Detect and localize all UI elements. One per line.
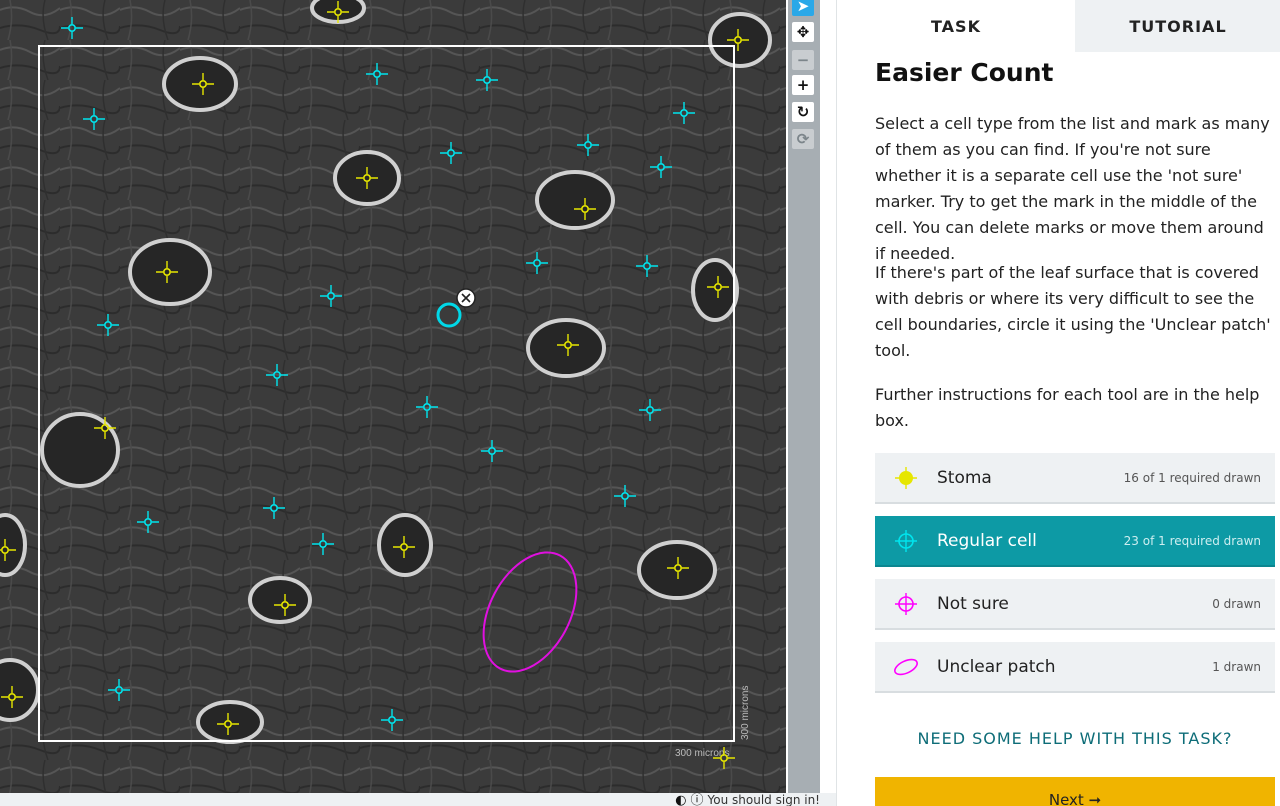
signin-text[interactable]: You should sign in! <box>708 793 820 806</box>
next-button[interactable]: Next ➞ <box>875 777 1275 806</box>
tab-task[interactable]: TASK <box>837 0 1075 52</box>
zoom-in-icon[interactable]: + <box>792 75 814 95</box>
regular-cell-marker[interactable] <box>137 511 159 533</box>
regular-cell-marker[interactable] <box>440 142 462 164</box>
stoma-marker[interactable] <box>156 261 178 283</box>
pointer-icon[interactable]: ➤ <box>792 0 814 16</box>
stoma-marker[interactable] <box>727 29 749 51</box>
stoma-marker[interactable] <box>667 557 689 579</box>
stoma-marker[interactable] <box>327 1 349 23</box>
regular-cell-marker[interactable] <box>266 364 288 386</box>
viewer-footer: ◐ ⓘ You should sign in! <box>0 793 836 806</box>
task-title: Easier Count <box>875 58 1054 87</box>
regular-cell-marker[interactable] <box>381 709 403 731</box>
stoma-marker[interactable] <box>94 417 116 439</box>
app-root: 300 microns 300 microns ➤ ✥ − + ↻ ⟳ ◐ ⓘ Yo… <box>0 0 1280 806</box>
tool-label: Regular cell <box>937 530 1037 551</box>
image-viewer[interactable]: 300 microns 300 microns <box>0 0 786 793</box>
regular-cell-marker[interactable] <box>481 440 503 462</box>
regular-cell-marker[interactable] <box>476 69 498 91</box>
instruction-paragraph: If there's part of the leaf surface that… <box>875 263 1271 360</box>
stoma-marker[interactable] <box>707 276 729 298</box>
stoma-marker[interactable] <box>192 73 214 95</box>
regular-cell-marker[interactable] <box>416 396 438 418</box>
unclear-patch-ellipse-icon <box>875 656 937 678</box>
tool-label: Stoma <box>937 467 992 488</box>
stoma-marker[interactable] <box>274 594 296 616</box>
regular-cell-marker[interactable] <box>320 285 342 307</box>
regular-cell-marker[interactable] <box>639 399 661 421</box>
tool-count: 1 drawn <box>1212 659 1261 674</box>
move-icon[interactable]: ✥ <box>792 22 814 42</box>
regular-cell-marker[interactable] <box>83 108 105 130</box>
reset-icon[interactable]: ⟳ <box>792 129 814 149</box>
contrast-icon[interactable]: ◐ <box>675 793 686 806</box>
stoma-marker[interactable] <box>393 536 415 558</box>
regular-cell-marker[interactable] <box>673 102 695 124</box>
tool-count: 23 of 1 required drawn <box>1123 533 1261 548</box>
stoma-marker[interactable] <box>356 167 378 189</box>
task-panel: TASK TUTORIAL Easier Count Select a cell… <box>836 0 1280 806</box>
tab-tutorial[interactable]: TUTORIAL <box>1075 0 1280 52</box>
regular-cell-marker[interactable] <box>577 134 599 156</box>
stoma-marker[interactable] <box>0 539 16 561</box>
help-link[interactable]: NEED SOME HELP WITH THIS TASK? <box>875 729 1275 748</box>
regular-cell-marker[interactable] <box>61 17 83 39</box>
tool-option-stoma[interactable]: Stoma 16 of 1 required drawn <box>875 453 1275 504</box>
stoma-marker[interactable] <box>713 747 735 769</box>
stoma-marker[interactable] <box>574 198 596 220</box>
rotate-icon[interactable]: ↻ <box>792 102 814 122</box>
regular-cell-marker[interactable] <box>636 255 658 277</box>
regular-cell-marker[interactable] <box>526 252 548 274</box>
tool-option-not-sure[interactable]: Not sure 0 drawn <box>875 579 1275 630</box>
instruction-paragraph: Further instructions for each tool are i… <box>875 385 1260 430</box>
stoma-marker[interactable] <box>557 334 579 356</box>
tool-count: 16 of 1 required drawn <box>1123 470 1261 485</box>
regular-cell-marker[interactable] <box>263 497 285 519</box>
info-icon[interactable]: ⓘ <box>691 793 704 806</box>
zoom-out-icon[interactable]: − <box>792 50 814 70</box>
stoma-marker[interactable] <box>217 713 239 735</box>
tool-label: Not sure <box>937 593 1009 614</box>
signin-notice: ◐ ⓘ You should sign in! <box>675 789 820 806</box>
tool-label: Unclear patch <box>937 656 1056 677</box>
regular-cell-marker[interactable] <box>97 314 119 336</box>
regular-cell-marker[interactable] <box>108 679 130 701</box>
stoma-marker[interactable] <box>1 686 23 708</box>
marks-layer[interactable] <box>0 0 786 793</box>
regular-cell-marker[interactable] <box>312 533 334 555</box>
tool-option-unclear-patch[interactable]: Unclear patch 1 drawn <box>875 642 1275 693</box>
stoma-marker-icon <box>875 465 937 491</box>
tool-count: 0 drawn <box>1212 596 1261 611</box>
tool-option-regular-cell[interactable]: Regular cell 23 of 1 required drawn <box>875 516 1275 567</box>
viewer-toolbar: ➤ ✥ − + ↻ ⟳ <box>788 0 820 793</box>
regular-cell-marker[interactable] <box>366 63 388 85</box>
not-sure-marker-icon <box>875 591 937 617</box>
panel-tabs: TASK TUTORIAL <box>837 0 1280 52</box>
instruction-paragraph: Select a cell type from the list and mar… <box>875 114 1270 263</box>
regular-cell-marker[interactable] <box>614 485 636 507</box>
regular-cell-marker-icon <box>875 528 937 554</box>
regular-cell-marker[interactable] <box>650 156 672 178</box>
